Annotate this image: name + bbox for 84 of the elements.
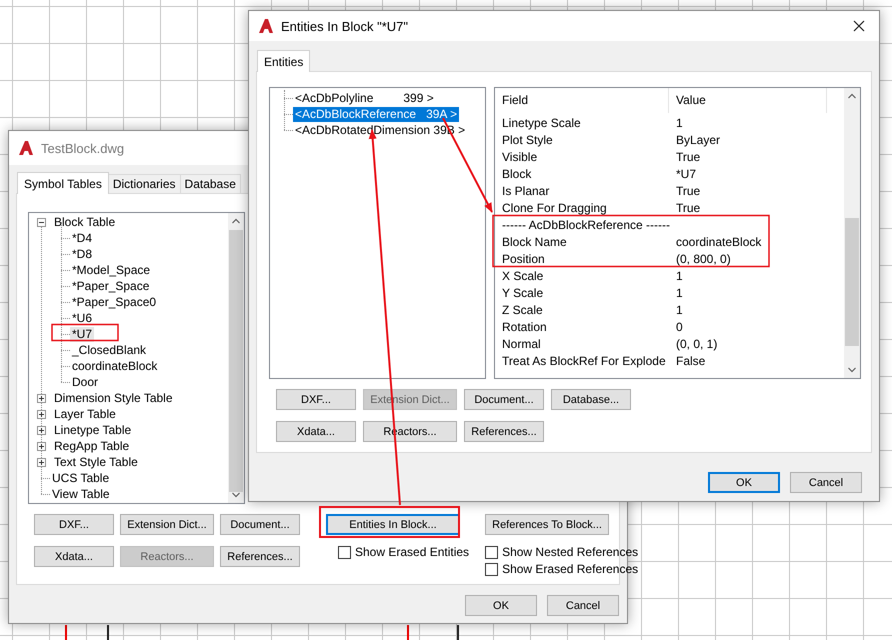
field-name: Plot Style <box>501 132 554 146</box>
field-name: Rotation <box>501 320 548 334</box>
field-value: (0, 800, 0) <box>675 252 731 266</box>
tree-item[interactable]: Text Style Table <box>52 454 140 470</box>
tree-item[interactable]: <AcDbPolyline 399 > <box>293 90 436 106</box>
field-name: Is Planar <box>501 184 550 198</box>
tree-item[interactable]: <AcDbBlockReference 39A > <box>293 106 460 122</box>
field-name: X Scale <box>501 268 544 282</box>
tree-item[interactable]: Linetype Table <box>52 422 134 438</box>
field-value: 1 <box>675 268 683 282</box>
tab[interactable]: Database <box>180 174 241 193</box>
tree-item[interactable]: *Model_Space <box>70 262 152 278</box>
column-header[interactable]: Value <box>669 88 827 113</box>
field-value: True <box>675 184 700 198</box>
button[interactable]: Document... <box>464 389 544 410</box>
section-header: ------ AcDbBlockReference ------ <box>501 218 670 232</box>
button[interactable]: DXF... <box>34 514 114 535</box>
button[interactable]: Cancel <box>547 595 619 616</box>
tree-item[interactable]: *D4 <box>70 230 94 246</box>
window-title: Entities In Block "*U7" <box>281 18 408 34</box>
tree-item[interactable]: Dimension Style Table <box>52 390 175 406</box>
field-name: Linetype Scale <box>501 116 582 130</box>
button[interactable]: Xdata... <box>276 421 356 442</box>
field-name: Block Name <box>501 234 568 248</box>
button[interactable]: Xdata... <box>34 546 114 567</box>
field-value: True <box>675 150 700 164</box>
button[interactable]: Database... <box>551 389 631 410</box>
tree-item[interactable]: _ClosedBlank <box>70 342 148 358</box>
button[interactable]: References... <box>464 421 544 442</box>
highlight-box <box>51 324 119 342</box>
tab[interactable]: Symbol Tables <box>17 172 109 194</box>
field-name: Normal <box>501 336 542 350</box>
close-icon <box>853 20 865 32</box>
field-value: 1 <box>675 116 683 130</box>
field-value: coordinateBlock <box>675 234 762 248</box>
field-value: *U7 <box>675 166 696 180</box>
tree-item[interactable]: *U7 <box>70 326 94 342</box>
button[interactable]: Document... <box>220 514 300 535</box>
checkbox[interactable]: Show Erased Entities <box>338 545 470 559</box>
column-header[interactable]: Field <box>495 88 669 113</box>
field-value: 0 <box>675 320 683 334</box>
app-logo-icon <box>18 140 34 156</box>
field-name: Y Scale <box>501 286 544 300</box>
tree-item[interactable]: View Table <box>50 486 112 502</box>
window-title: TestBlock.dwg <box>41 140 124 156</box>
field-value: 1 <box>675 302 683 316</box>
button[interactable]: Cancel <box>790 472 862 493</box>
tree-item[interactable]: RegApp Table <box>52 438 132 454</box>
tree-item[interactable]: *U6 <box>70 310 94 326</box>
tree-item[interactable]: Block Table <box>52 214 118 230</box>
button[interactable]: Entities In Block... <box>326 514 460 535</box>
field-name: Block <box>501 166 532 180</box>
tab[interactable]: Entities <box>257 50 310 72</box>
tree-item[interactable]: UCS Table <box>50 470 112 486</box>
drawing-line <box>107 625 109 640</box>
button[interactable]: References To Block... <box>485 514 610 535</box>
button[interactable]: Extension Dict... <box>120 514 214 535</box>
button[interactable]: References... <box>220 546 300 567</box>
tree-item[interactable]: coordinateBlock <box>70 358 160 374</box>
tree-item[interactable]: Layer Table <box>52 406 118 422</box>
field-value: 1 <box>675 286 683 300</box>
field-value: False <box>675 354 706 368</box>
field-value: True <box>675 200 700 214</box>
button[interactable]: DXF... <box>276 389 356 410</box>
button[interactable]: OK <box>708 472 780 493</box>
button[interactable]: OK <box>465 595 537 616</box>
field-name: Z Scale <box>501 302 544 316</box>
drawing-line <box>457 625 459 640</box>
field-name: Treat As BlockRef For Explode <box>501 354 667 368</box>
checkbox[interactable]: Show Erased References <box>485 562 638 576</box>
field-name: Position <box>501 252 546 266</box>
field-value: (0, 0, 1) <box>675 336 718 350</box>
button: Reactors... <box>120 546 214 567</box>
tree-item[interactable]: *D8 <box>70 246 94 262</box>
tree-item[interactable]: *Paper_Space <box>70 278 152 294</box>
drawing-line <box>65 625 67 640</box>
field-name: Visible <box>501 150 538 164</box>
field-value: ByLayer <box>675 132 720 146</box>
drawing-line <box>407 625 409 640</box>
checkbox[interactable]: Show Nested References <box>485 545 638 559</box>
tree-item[interactable]: *Paper_Space0 <box>70 294 158 310</box>
app-logo-icon <box>258 18 274 34</box>
field-name: Clone For Dragging <box>501 200 608 214</box>
tree-item[interactable]: Door <box>70 374 100 390</box>
